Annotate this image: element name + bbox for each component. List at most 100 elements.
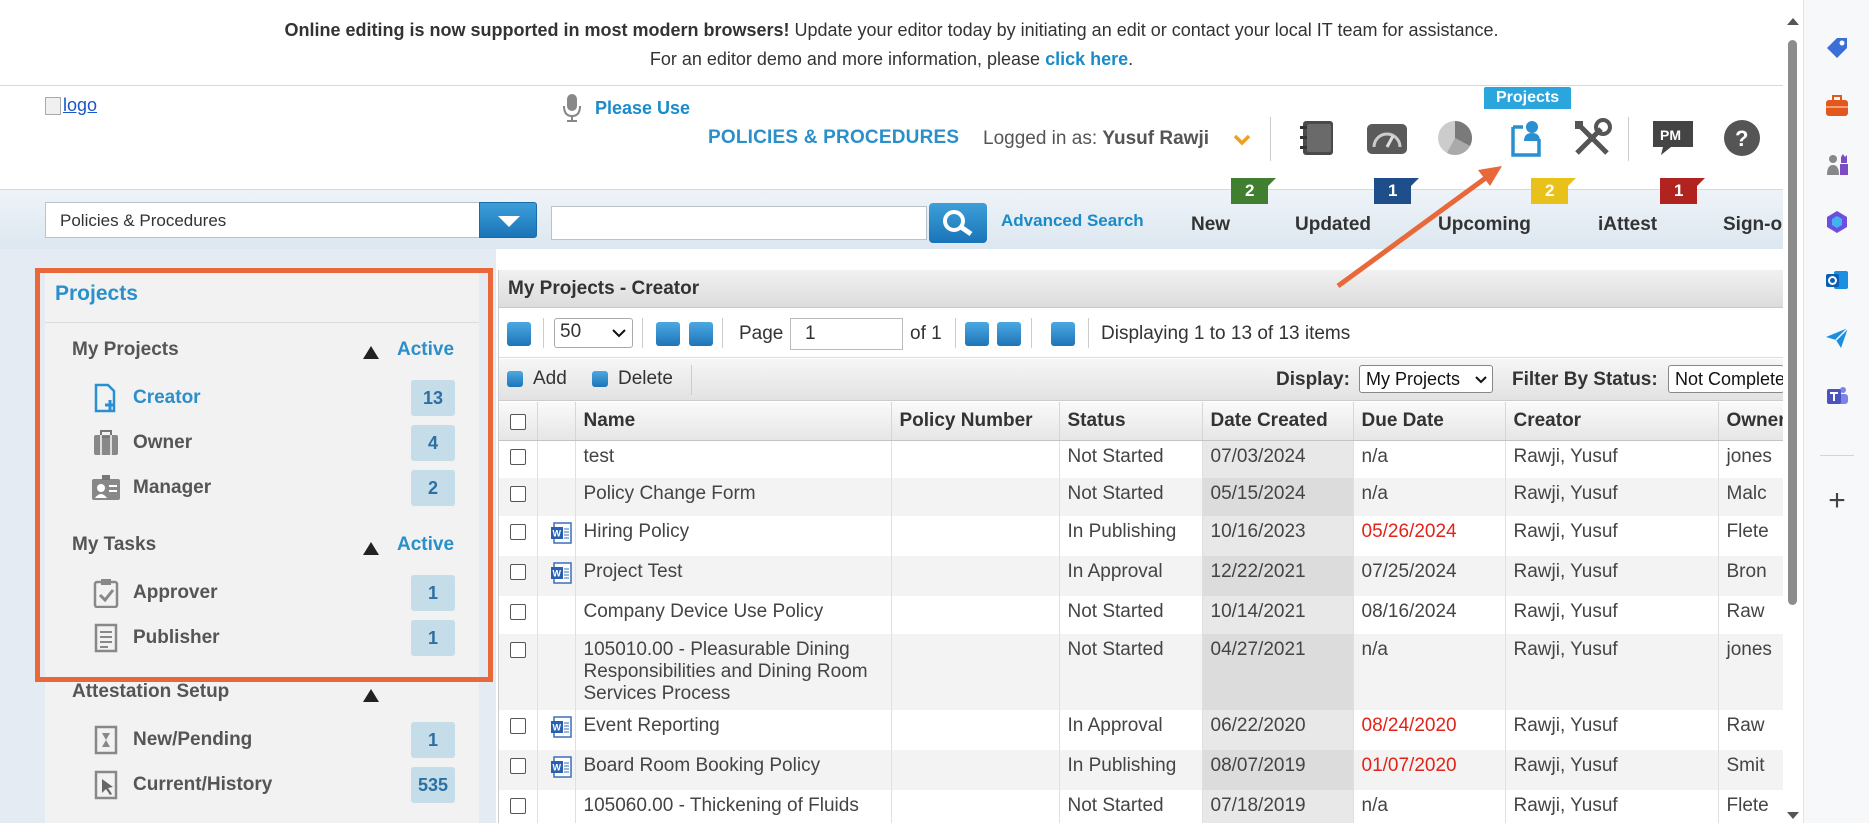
word-document-icon[interactable]: W — [550, 561, 574, 585]
row-checkbox-cell[interactable] — [499, 710, 538, 750]
copilot-icon[interactable] — [1823, 208, 1851, 236]
briefcase-icon[interactable] — [1823, 92, 1851, 120]
tab-iattest[interactable]: 1 iAttest — [1598, 178, 1707, 236]
pie-chart-icon[interactable] — [1430, 115, 1480, 161]
page-number-input[interactable]: 1 — [790, 318, 903, 350]
project-name-cell[interactable]: 105010.00 - Pleasurable Dining Responsib… — [575, 634, 892, 710]
select-all-checkbox[interactable] — [510, 414, 526, 431]
display-select[interactable]: My Projects — [1359, 365, 1493, 393]
word-document-icon[interactable]: W — [550, 521, 574, 545]
row-checkbox[interactable] — [510, 524, 526, 540]
table-row[interactable]: test Not Started 07/03/2024 n/a Rawji, Yusuf… — [499, 440, 1785, 478]
row-checkbox[interactable] — [510, 718, 526, 734]
tab-updated[interactable]: 1 Updated — [1295, 178, 1421, 236]
chevron-down-icon[interactable] — [1233, 133, 1251, 147]
help-icon[interactable]: ? — [1717, 115, 1767, 161]
row-checkbox[interactable] — [510, 604, 526, 620]
refresh-icon[interactable] — [1051, 322, 1075, 346]
project-name-cell[interactable]: 105060.00 - Thickening of Fluids — [575, 790, 892, 823]
scrollbar-thumb[interactable] — [1788, 40, 1797, 605]
user-name[interactable]: Yusuf Rawji — [1102, 128, 1209, 149]
next-page-icon[interactable] — [965, 322, 989, 346]
column-header-due-date[interactable]: Due Date — [1353, 402, 1506, 441]
word-document-icon[interactable]: W — [550, 715, 574, 739]
column-header-name[interactable]: Name — [575, 402, 892, 441]
sidebar-item-current-history[interactable]: Current/History — [91, 767, 451, 803]
collapse-triangle-icon[interactable] — [363, 689, 379, 702]
row-checkbox[interactable] — [510, 448, 526, 465]
column-header-owner[interactable]: Owner — [1718, 402, 1785, 441]
table-row[interactable]: Company Device Use Policy Not Started 10/1… — [499, 596, 1785, 634]
word-document-icon[interactable]: W — [550, 755, 574, 779]
page-size-select[interactable]: 50 — [554, 318, 633, 348]
prev-page-icon[interactable] — [689, 322, 713, 346]
column-header-date-created[interactable]: Date Created — [1202, 402, 1354, 441]
add-icon[interactable]: + — [1824, 486, 1850, 516]
table-row[interactable]: W Board Room Booking Policy In Publishing 0… — [499, 750, 1785, 790]
column-header-creator[interactable]: Creator — [1505, 402, 1719, 441]
table-row[interactable]: 105010.00 - Pleasurable Dining Responsib… — [499, 634, 1785, 710]
project-name-cell[interactable]: Policy Change Form — [575, 478, 892, 516]
table-row[interactable]: W Event Reporting In Approval 06/22/2020 08/… — [499, 710, 1785, 750]
project-name-cell[interactable]: Board Room Booking Policy — [575, 750, 892, 790]
tools-icon[interactable] — [1568, 115, 1618, 161]
date-created-cell: 05/15/2024 — [1202, 478, 1354, 516]
project-name-cell[interactable]: Company Device Use Policy — [575, 596, 892, 634]
dashboard-icon[interactable] — [1362, 115, 1412, 161]
tab-new[interactable]: 2 New — [1191, 178, 1278, 236]
row-checkbox-cell[interactable] — [499, 750, 538, 790]
project-name-cell[interactable]: test — [575, 440, 892, 478]
binder-icon[interactable] — [1292, 115, 1342, 161]
table-row[interactable]: 105060.00 - Thickening of Fluids Not Star… — [499, 790, 1785, 823]
row-checkbox[interactable] — [510, 642, 526, 658]
add-button[interactable]: Add — [507, 368, 567, 390]
row-checkbox[interactable] — [510, 758, 526, 774]
column-header-policy-number[interactable]: Policy Number — [891, 402, 1060, 441]
tab-sign-off[interactable]: Sign-o — [1723, 214, 1782, 236]
logo[interactable]: logo — [45, 95, 97, 116]
project-name-cell[interactable]: Event Reporting — [575, 710, 892, 750]
page-size-value: 50 — [560, 321, 582, 342]
scroll-down-icon[interactable] — [1787, 812, 1799, 819]
search-button[interactable] — [929, 203, 987, 243]
outlook-icon[interactable] — [1823, 266, 1851, 294]
projects-icon[interactable] — [1500, 115, 1550, 161]
page-scrollbar[interactable] — [1783, 10, 1803, 823]
row-checkbox-cell[interactable] — [499, 440, 538, 478]
column-header-status[interactable]: Status — [1059, 402, 1203, 441]
search-grid-icon[interactable] — [507, 322, 531, 346]
row-checkbox[interactable] — [510, 798, 526, 814]
table-row[interactable]: Policy Change Form Not Started 05/15/2024 n… — [499, 478, 1785, 516]
advanced-search-link[interactable]: Advanced Search — [1001, 211, 1144, 231]
last-page-icon[interactable] — [997, 322, 1021, 346]
first-page-icon[interactable] — [656, 322, 680, 346]
tab-upcoming[interactable]: 2 Upcoming — [1438, 178, 1578, 236]
delete-button[interactable]: Delete — [592, 368, 673, 390]
filter-status-select[interactable]: Not Complete — [1668, 365, 1784, 393]
scroll-up-icon[interactable] — [1787, 18, 1799, 25]
row-checkbox-cell[interactable] — [499, 556, 538, 596]
project-name-cell[interactable]: Hiring Policy — [575, 516, 892, 556]
send-icon[interactable] — [1823, 324, 1851, 352]
tag-icon[interactable] — [1823, 34, 1851, 62]
row-checkbox-cell[interactable] — [499, 516, 538, 556]
row-checkbox-cell[interactable] — [499, 478, 538, 516]
click-here-link[interactable]: click here — [1045, 49, 1128, 69]
teams-icon[interactable] — [1823, 382, 1851, 410]
row-checkbox-cell[interactable] — [499, 634, 538, 710]
please-use-link[interactable]: Please Use — [595, 98, 690, 119]
project-name-cell[interactable]: Project Test — [575, 556, 892, 596]
module-select-dropdown-button[interactable] — [479, 202, 537, 238]
row-checkbox-cell[interactable] — [499, 596, 538, 634]
row-checkbox[interactable] — [510, 486, 526, 502]
module-select[interactable]: Policies & Procedures — [45, 202, 481, 238]
table-row[interactable]: W Hiring Policy In Publishing 10/16/2023 05/… — [499, 516, 1785, 556]
select-all-checkbox-cell[interactable] — [499, 402, 538, 441]
chess-icon[interactable] — [1823, 150, 1851, 178]
pm-icon[interactable]: PM — [1648, 115, 1698, 161]
row-checkbox-cell[interactable] — [499, 790, 538, 823]
search-input[interactable] — [551, 206, 927, 240]
table-row[interactable]: W Project Test In Approval 12/22/2021 07/25/… — [499, 556, 1785, 596]
row-checkbox[interactable] — [510, 564, 526, 580]
sidebar-item-new-pending[interactable]: New/Pending — [91, 722, 451, 758]
